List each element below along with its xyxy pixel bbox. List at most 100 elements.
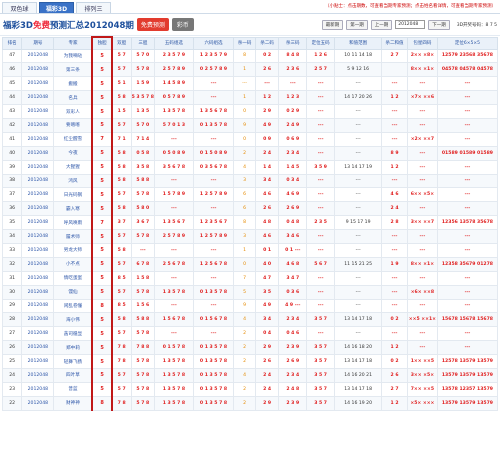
column-header[interactable]: 和值范围 xyxy=(334,36,383,50)
tab-shuangseqiu[interactable]: 双色球 xyxy=(2,2,37,13)
period-link[interactable]: 2012048 xyxy=(21,131,55,147)
column-header[interactable]: 独胆 xyxy=(91,36,113,50)
period-link[interactable]: 2012048 xyxy=(21,242,55,258)
table-row[interactable]: 46 2012048 第三条 5 5 75 7 82 5 7 8 90 2 5 7 8 … xyxy=(1,62,499,78)
expert-link[interactable]: 馒仙 xyxy=(53,284,93,300)
expert-link[interactable]: 呼风唤雨 xyxy=(53,215,93,231)
period-select[interactable]: 2012048 xyxy=(395,20,426,29)
table-row[interactable]: 24 2012048 四叶草 5 5 75 7 81 3 5 7 80 1 3 5 7 … xyxy=(1,367,499,383)
table-row[interactable]: 41 2012048 红尘醒雪 7 7 17 1 4 --- --- 0 0 90 6 9 ---… xyxy=(1,131,499,147)
period-link[interactable]: 2012048 xyxy=(21,104,55,119)
period-link[interactable]: 2012048 xyxy=(21,145,55,161)
period-link[interactable]: 2012048 xyxy=(21,326,55,342)
expert-link[interactable]: 轻舞飞扬 xyxy=(53,354,93,369)
table-row[interactable]: 47 2012048 为我嘀哒 5 5 75 7 02 3 5 7 91 2 3 5 7… xyxy=(1,48,499,64)
period-link[interactable]: 2012048 xyxy=(21,256,55,272)
table-row[interactable]: 30 2012048 馒仙 5 5 75 7 81 3 5 7 80 1 3 5 7 8… xyxy=(1,284,499,300)
first-button[interactable]: 第一期 xyxy=(346,19,368,30)
expert-link[interactable]: 男龙大师 xyxy=(53,242,93,258)
table-row[interactable]: 33 2012048 男龙大师 5 5 8 --- --- --- 1 0 10 1 --- ---… xyxy=(1,242,499,258)
period-link[interactable]: 2012048 xyxy=(21,215,55,231)
period-link[interactable]: 2012048 xyxy=(21,62,55,78)
prev-button[interactable]: 上一期 xyxy=(370,19,393,30)
expert-link[interactable]: 第三条 xyxy=(53,62,93,78)
expert-link[interactable]: 名兵 xyxy=(53,90,93,106)
table-row[interactable]: 25 2012048 轻舞飞扬 5 7 85 7 81 3 5 7 80 1 3 5 7… xyxy=(1,354,499,369)
expert-link[interactable]: 菡司循显 xyxy=(53,326,93,342)
column-header[interactable]: 杀二和值 xyxy=(381,36,408,50)
table-row[interactable]: 34 2012048 履术师 5 5 75 7 82 5 7 8 91 2 5 7 8 … xyxy=(1,229,499,244)
table-row[interactable]: 39 2012048 大猩猩 5 5 83 5 83 5 6 7 80 3 5 6 7 … xyxy=(1,159,499,175)
expert-link[interactable]: 郑中莉 xyxy=(53,340,93,356)
column-header[interactable]: 定位五码 xyxy=(306,36,336,50)
expert-link[interactable]: 大猩猩 xyxy=(53,159,93,175)
expert-link[interactable]: 海小伟 xyxy=(53,312,93,328)
column-header[interactable]: 杀三码 xyxy=(278,36,308,50)
period-link[interactable]: 2012048 xyxy=(21,298,55,314)
table-row[interactable]: 45 2012048 搬搬 5 5 11 5 91 4 5 8 9 --- --- --- --… xyxy=(1,76,499,92)
period-link[interactable]: 2012048 xyxy=(21,381,55,397)
coin-button[interactable]: 彩币 xyxy=(171,18,194,31)
period-link[interactable]: 2012048 xyxy=(21,354,55,369)
tab-pailie3[interactable]: 排列三 xyxy=(76,2,111,13)
expert-link[interactable]: 红尘醒雪 xyxy=(53,131,93,147)
expert-link[interactable]: 霸入寒 xyxy=(53,201,93,217)
table-row[interactable]: 23 2012048 普蓝 5 5 75 7 81 3 5 7 80 1 3 5 7 8… xyxy=(1,381,499,397)
period-link[interactable]: 2012048 xyxy=(21,159,55,175)
expert-link[interactable]: 双彩人 xyxy=(53,104,93,119)
period-link[interactable]: 2012048 xyxy=(21,90,55,106)
table-row[interactable]: 43 2012048 双彩人 5 1 51 3 51 3 5 7 81 3 5 6 7 … xyxy=(1,104,499,119)
expert-link[interactable]: 搬搬 xyxy=(53,76,93,92)
period-link[interactable]: 2012048 xyxy=(21,48,55,64)
expert-link[interactable]: 要喀喀 xyxy=(53,117,93,133)
period-link[interactable]: 2012048 xyxy=(21,229,55,244)
table-row[interactable]: 38 2012048 鸿风 5 5 85 8 8 --- --- 3 3 40 3 4 --- --… xyxy=(1,173,499,189)
period-link[interactable]: 2012048 xyxy=(21,270,55,286)
table-row[interactable]: 35 2012048 呼风唤雨 7 3 73 6 71 3 5 6 71 2 3 5 6… xyxy=(1,215,499,231)
period-link[interactable]: 2012048 xyxy=(21,395,55,411)
next-button[interactable]: 下一期 xyxy=(428,19,450,30)
period-link[interactable]: 2012048 xyxy=(21,117,55,133)
column-header[interactable]: 期号 xyxy=(21,36,55,50)
table-row[interactable]: 37 2012048 日光码钢 5 5 75 7 81 5 7 8 91 2 5 7 8… xyxy=(1,187,499,203)
period-link[interactable]: 2012048 xyxy=(21,312,55,328)
column-header[interactable]: 杀一码 xyxy=(233,36,256,50)
period-link[interactable]: 2012048 xyxy=(21,284,55,300)
column-header[interactable]: 三胆 xyxy=(130,36,156,50)
table-row[interactable]: 36 2012048 霸入寒 5 5 85 8 0 --- --- 6 2 62 6 9 --- -… xyxy=(1,201,499,217)
expert-link[interactable]: 今夜 xyxy=(53,145,93,161)
tab-fucai3d[interactable]: 福彩3D xyxy=(39,2,74,13)
table-row[interactable]: 40 2012048 今夜 5 5 80 5 80 5 0 8 90 1 5 0 8 9… xyxy=(1,145,499,161)
expert-link[interactable]: 履术师 xyxy=(53,229,93,244)
free-prediction-button[interactable]: 免费预测 xyxy=(136,18,169,31)
column-header[interactable]: 杀二码 xyxy=(254,36,280,50)
expert-link[interactable]: 小不点 xyxy=(53,256,93,272)
expert-link[interactable]: 财神神 xyxy=(53,395,93,411)
table-row[interactable]: 26 2012048 郑中莉 5 7 87 8 80 1 5 7 80 1 3 5 7 … xyxy=(1,340,499,356)
table-row[interactable]: 44 2012048 名兵 5 5 85 3 5 7 80 5 7 8 9 --- 1 1 2… xyxy=(1,90,499,106)
table-row[interactable]: 22 2012048 财神神 8 7 85 7 81 3 5 7 80 1 3 5 7 … xyxy=(1,395,499,411)
table-row[interactable]: 32 2012048 小不点 5 5 76 7 82 5 6 7 81 2 5 6 7 … xyxy=(1,256,499,272)
column-header[interactable]: 五码组选 xyxy=(154,36,194,50)
column-header[interactable]: 定位6×5×5 xyxy=(436,36,499,50)
column-header[interactable]: 排名 xyxy=(1,36,23,50)
period-link[interactable]: 2012048 xyxy=(21,367,55,383)
period-link[interactable]: 2012048 xyxy=(21,340,55,356)
expert-link[interactable]: 日光码钢 xyxy=(53,187,93,203)
expert-link[interactable]: 情吃蛋蛋 xyxy=(53,270,93,286)
period-link[interactable]: 2012048 xyxy=(21,187,55,203)
column-header[interactable]: 双胆 xyxy=(111,36,132,50)
table-row[interactable]: 27 2012048 菡司循显 5 5 75 7 8 --- --- 2 0 40 4 6 ---… xyxy=(1,326,499,342)
column-header[interactable]: 包星四码 xyxy=(406,36,438,50)
expert-link[interactable]: 闲乱卷懂 xyxy=(53,298,93,314)
period-link[interactable]: 2012048 xyxy=(21,173,55,189)
expert-link[interactable]: 为我嘀哒 xyxy=(53,48,93,64)
table-row[interactable]: 42 2012048 要喀喀 5 5 75 7 05 7 0 1 30 1 3 5 7 … xyxy=(1,117,499,133)
expert-link[interactable]: 四叶草 xyxy=(53,367,93,383)
period-link[interactable]: 2012048 xyxy=(21,76,55,92)
column-header[interactable]: 六码组选 xyxy=(192,36,235,50)
table-row[interactable]: 29 2012048 闲乱卷懂 8 8 51 5 6 --- --- 9 4 94 9 --- -… xyxy=(1,298,499,314)
column-header[interactable]: 专家 xyxy=(53,36,93,50)
expert-link[interactable]: 鸿风 xyxy=(53,173,93,189)
expert-link[interactable]: 普蓝 xyxy=(53,381,93,397)
